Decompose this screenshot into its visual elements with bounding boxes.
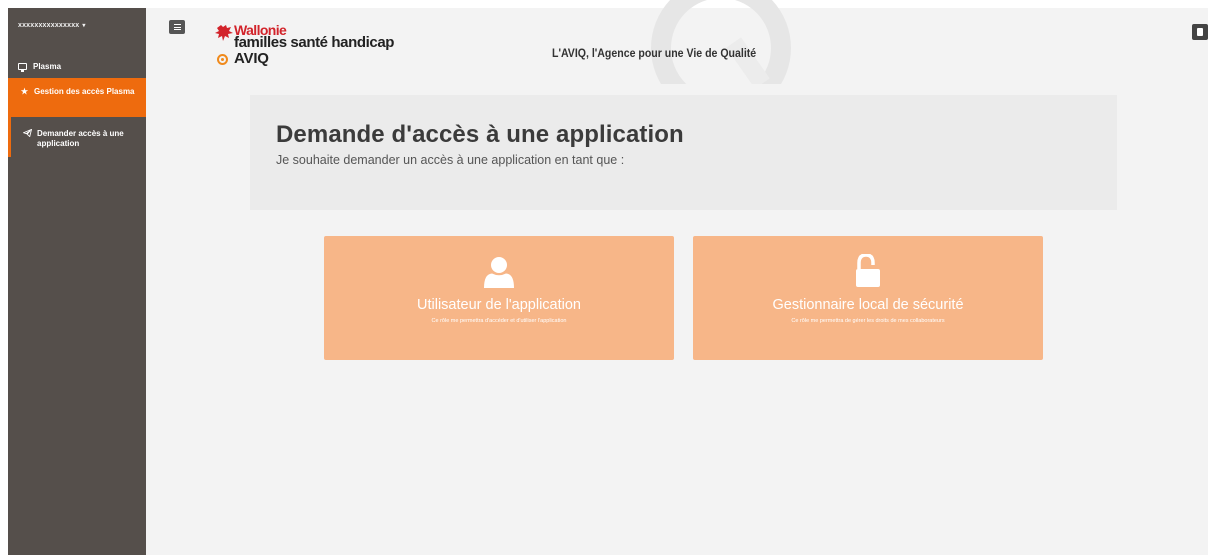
sidebar: xxxxxxxxxxxxxxx ▾ Plasma ★ Gestion des a…: [8, 8, 146, 555]
role-card-description: Ce rôle me permettra d'accéder et d'util…: [431, 318, 567, 324]
aviq-logo-icon: [217, 54, 228, 65]
unlock-icon: [856, 254, 880, 287]
page-subtitle: Je souhaite demander un accès à une appl…: [276, 153, 625, 167]
user-icon: [484, 257, 514, 288]
role-card-title: Gestionnaire local de sécurité: [772, 297, 964, 313]
sidebar-item-label: Plasma: [33, 61, 62, 71]
role-card-description: Ce rôle me permettra de gérer les droits…: [791, 318, 945, 324]
brand-logo[interactable]: Wallonie familles santé handicap AVIQ: [214, 22, 414, 76]
page-header-panel: Demande d'accès à une application Je sou…: [250, 95, 1117, 210]
role-card-security-manager[interactable]: Gestionnaire local de sécurité Ce rôle m…: [693, 236, 1043, 360]
caret-down-icon: ▾: [82, 22, 86, 29]
user-name: xxxxxxxxxxxxxxx: [18, 21, 80, 29]
page-title: Demande d'accès à une application: [276, 121, 684, 148]
notepad-button[interactable]: [1192, 24, 1208, 40]
paper-plane-icon: [22, 128, 33, 140]
sidebar-item-demander-acces[interactable]: Demander accès à une application: [8, 117, 146, 157]
sidebar-item-gestion-acces[interactable]: ★ Gestion des accès Plasma: [8, 78, 146, 117]
menu-toggle-button[interactable]: [169, 20, 185, 34]
brand-aviq: AVIQ: [234, 50, 269, 67]
main-content: Wallonie familles santé handicap AVIQ L'…: [146, 0, 1208, 555]
sidebar-item-label: Gestion des accès Plasma: [34, 87, 135, 96]
monitor-icon: [18, 62, 27, 72]
header-tagline: L'AVIQ, l'Agence pour une Vie de Qualité: [552, 46, 757, 60]
rooster-icon: [215, 25, 233, 41]
role-card-title: Utilisateur de l'application: [417, 297, 581, 313]
watermark-logo: [651, 0, 791, 84]
star-icon: ★: [20, 87, 29, 96]
sidebar-item-label: Demander accès à une application: [37, 129, 124, 148]
brand-subtitle: familles santé handicap: [234, 34, 395, 51]
role-card-user[interactable]: Utilisateur de l'application Ce rôle me …: [324, 236, 674, 360]
user-menu[interactable]: xxxxxxxxxxxxxxx ▾: [8, 8, 146, 34]
sidebar-item-plasma[interactable]: Plasma: [8, 54, 146, 78]
